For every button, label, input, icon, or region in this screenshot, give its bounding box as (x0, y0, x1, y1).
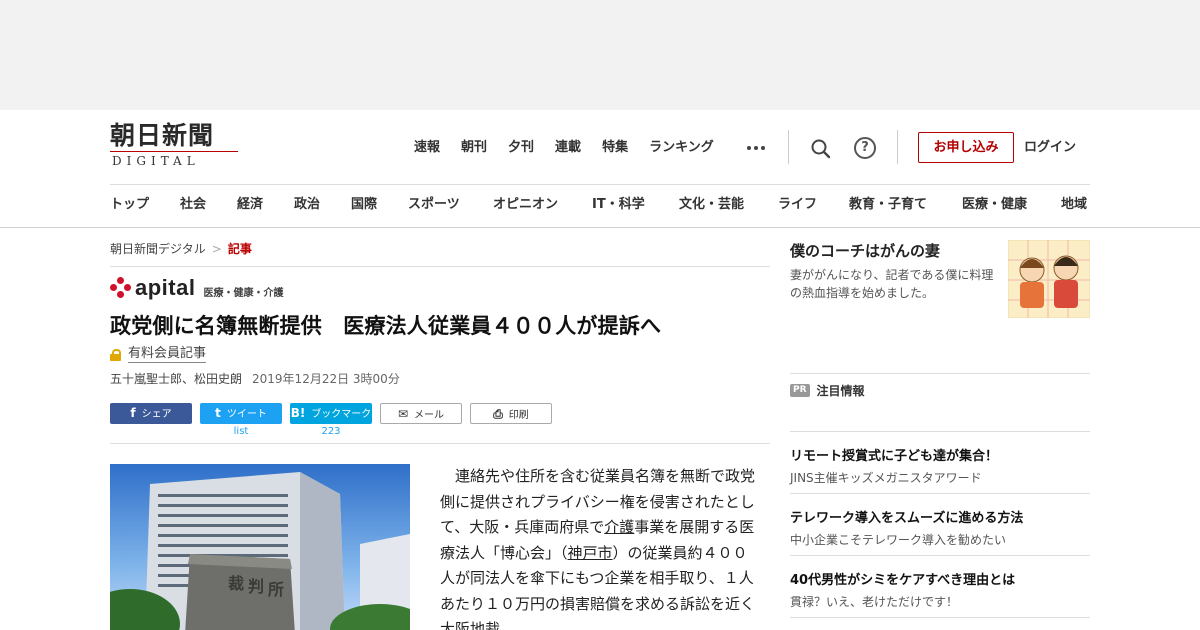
feature-illustration[interactable] (1007, 239, 1091, 319)
breadcrumb-separator: > (211, 242, 222, 256)
keyword-link-kaigo[interactable]: 介護 (604, 518, 634, 536)
byline: 五十嵐聖士郎、松田史朗 2019年12月22日 3時00分 (110, 370, 400, 387)
top-nav-ranking[interactable]: ランキング (649, 138, 714, 158)
cat-region[interactable]: 地域 (1061, 194, 1091, 216)
top-nav-yuukan[interactable]: 夕刊 (508, 138, 534, 158)
search-icon[interactable] (810, 138, 832, 160)
hatena-bookmark-button[interactable]: B! ブックマーク (290, 403, 372, 424)
category-nav: トップ 社会 経済 政治 国際 スポーツ オピニオン IT・科学 文化・芸能 ラ… (110, 194, 1091, 216)
cat-education[interactable]: 教育・子育て (849, 194, 962, 216)
site-logo[interactable]: 朝日新聞 DIGITAL (110, 122, 242, 168)
cat-society[interactable]: 社会 (180, 194, 237, 216)
article-body: 連絡先や住所を含む従業員名簿を無断で政党側に提供されプライバシー権を侵害されたと… (440, 467, 756, 630)
article-headline: 政党側に名簿無断提供 医療法人従業員４００人が提訴へ (110, 314, 662, 338)
twitter-share-button[interactable]: t ツイート (200, 403, 282, 424)
svg-text:判: 判 (248, 577, 264, 596)
mail-icon: ✉ (397, 407, 409, 421)
article-photo[interactable]: 裁判所 (110, 464, 410, 630)
cat-politics[interactable]: 政治 (294, 194, 351, 216)
article-authors: 五十嵐聖士郎、松田史朗 (110, 372, 243, 386)
cat-life[interactable]: ライフ (778, 194, 849, 216)
feature-title[interactable]: 僕のコーチはがんの妻 (790, 240, 940, 261)
breadcrumb: 朝日新聞デジタル > 記事 (110, 240, 252, 257)
cat-top[interactable]: トップ (110, 194, 180, 216)
top-nav-choukan[interactable]: 朝刊 (461, 138, 487, 158)
twitter-icon: t (215, 406, 221, 420)
section-brand[interactable]: apital 医療・健康・介護 (110, 276, 283, 300)
print-icon: ⎙ (493, 407, 503, 421)
breadcrumb-home[interactable]: 朝日新聞デジタル (110, 242, 206, 256)
login-link[interactable]: ログイン (1024, 138, 1076, 158)
pr-item-title[interactable]: リモート授賞式に子ども達が集合！ (790, 445, 998, 464)
cat-culture[interactable]: 文化・芸能 (679, 194, 778, 216)
pr-heading: PR 注目情報 (790, 382, 865, 399)
breadcrumb-current: 記事 (227, 242, 252, 256)
cat-it-science[interactable]: IT・科学 (592, 194, 679, 216)
ad-banner-area (0, 0, 1200, 110)
section-brand-name: apital (135, 275, 196, 300)
more-dots-icon[interactable] (747, 146, 765, 150)
top-nav-tokushu[interactable]: 特集 (602, 138, 628, 158)
mail-share-button[interactable]: ✉ メール (380, 403, 462, 424)
pr-item-subtitle: JINS主催キッズメガニスタアワード (790, 471, 982, 485)
keyword-link-kobe[interactable]: 神戸市 (568, 544, 613, 562)
cat-sports[interactable]: スポーツ (408, 194, 493, 216)
pr-item-subtitle: 中小企業こそテレワーク導入を勧めたい (790, 533, 1007, 547)
twitter-count[interactable]: list (200, 426, 282, 437)
help-icon[interactable]: ? (854, 137, 876, 159)
facebook-icon: f (130, 406, 136, 420)
cat-economy[interactable]: 経済 (237, 194, 294, 216)
cat-international[interactable]: 国際 (351, 194, 408, 216)
print-button[interactable]: ⎙ 印刷 (470, 403, 552, 424)
pr-item-title[interactable]: 40代男性がシミをケアすべき理由とは (790, 569, 1015, 588)
top-nav: 速報 朝刊 夕刊 連載 特集 ランキング (414, 138, 735, 158)
top-nav-sokuho[interactable]: 速報 (414, 138, 440, 158)
top-nav-rensai[interactable]: 連載 (555, 138, 581, 158)
feature-description: 妻ががんになり、記者である僕に料理の熱血指導を始めました。 (790, 268, 994, 300)
pr-badge: PR (790, 384, 810, 397)
hatena-icon: B! (290, 406, 306, 420)
pr-item-subtitle: 貫禄？いえ、老けただけです！ (790, 595, 959, 609)
section-subtitle: 医療・健康・介護 (203, 287, 284, 299)
lock-icon (110, 348, 121, 361)
apital-logo-icon (110, 277, 132, 299)
facebook-share-button[interactable]: f シェア (110, 403, 192, 424)
cat-health[interactable]: 医療・健康 (962, 194, 1061, 216)
article-date: 2019年12月22日 3時00分 (252, 372, 400, 386)
hatena-count[interactable]: 223 (290, 426, 372, 437)
svg-text:裁: 裁 (228, 574, 244, 593)
paid-member-label[interactable]: 有料会員記事 (110, 346, 207, 363)
cat-opinion[interactable]: オピニオン (493, 194, 592, 216)
svg-text:所: 所 (268, 580, 284, 599)
site-header: 朝日新聞 DIGITAL 速報 朝刊 夕刊 連載 特集 ランキング ? お申し込… (0, 110, 1200, 228)
apply-button[interactable]: お申し込み (918, 132, 1014, 163)
pr-item-title[interactable]: テレワーク導入をスムーズに進める方法 (790, 507, 1023, 526)
